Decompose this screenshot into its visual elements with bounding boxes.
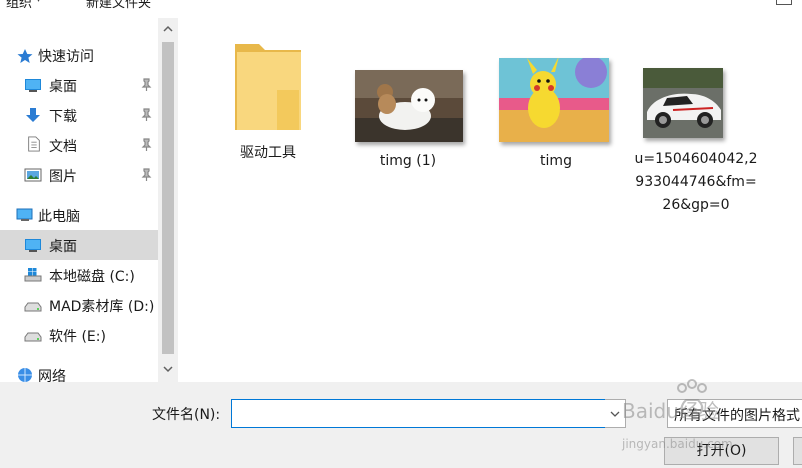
file-name: timg (1) [379,153,437,169]
chevron-down-icon[interactable] [162,362,174,376]
sidebar-item-label: 下载 [49,109,77,125]
pin-icon[interactable] [140,168,152,182]
organize-menu[interactable]: 组织 [6,0,32,11]
sidebar-item-pictures[interactable]: 图片 [0,160,158,190]
nav-label: 网络 [38,369,66,382]
desktop-icon [25,239,41,252]
dialog-footer: 文件名(N): 所有文件的图片格式 打开(O) [0,382,802,468]
sidebar-item-drive-e[interactable]: 软件 (E:) [0,320,158,350]
sidebar-item-label: 本地磁盘 (C:) [49,269,135,285]
pin-icon[interactable] [140,138,152,152]
cancel-button[interactable] [793,437,802,465]
pin-icon[interactable] [140,108,152,122]
computer-icon [16,208,33,221]
chevron-down-icon [610,411,620,417]
star-icon [17,49,33,63]
chevron-down-icon[interactable]: ▾ [36,0,41,5]
filetype-select[interactable]: 所有文件的图片格式 [667,399,802,428]
scrollbar-thumb[interactable] [162,42,174,354]
sidebar-item-label: 文档 [49,139,77,155]
filename-input[interactable] [231,399,611,428]
file-list: 驱动工具 timg (1) timg u=1504604042,29330447… [178,18,802,382]
sidebar-item-label: 图片 [49,169,77,185]
chevron-up-icon[interactable] [162,22,174,36]
sidebar-item-label: 软件 (E:) [49,329,106,345]
open-button[interactable]: 打开(O) [664,437,779,465]
sidebar-item-desktop[interactable]: 桌面 [0,70,158,100]
navigation-pane: 快速访问 桌面 下载 文档 图片 此电脑 桌面 本地磁盘 (C:) MAD素材库… [0,18,158,382]
drive-icon [24,302,42,312]
document-icon [28,136,40,152]
file-name: timg [540,153,572,169]
filename-label: 文件名(N): [152,407,221,423]
sidebar-item-documents[interactable]: 文档 [0,130,158,160]
download-arrow-icon [26,108,40,122]
sidebar-item-drive-d[interactable]: MAD素材库 (D:) [0,290,158,320]
view-options-icon[interactable] [776,0,792,5]
nav-quick-access[interactable]: 快速访问 [0,40,158,70]
network-icon [18,368,32,382]
sidebar-item-downloads[interactable]: 下载 [0,100,158,130]
nav-label: 快速访问 [38,49,94,65]
filetype-value: 所有文件的图片格式 [674,408,800,424]
command-bar: 组织 ▾ 新建文件夹 [0,0,802,19]
sidebar-item-label: 桌面 [49,239,77,255]
image-thumbnail [499,58,609,142]
sidebar-item-label: 桌面 [49,79,77,95]
sidebar-item-desktop-selected[interactable]: 桌面 [0,230,158,260]
nav-scrollbar[interactable] [158,18,178,382]
new-folder-button[interactable]: 新建文件夹 [86,0,151,11]
pin-icon[interactable] [140,78,152,92]
nav-this-pc[interactable]: 此电脑 [0,200,158,230]
drive-icon [24,332,42,342]
desktop-icon [25,79,41,92]
file-name: 驱动工具 [240,145,296,161]
image-thumbnail [643,68,723,138]
sidebar-item-drive-c[interactable]: 本地磁盘 (C:) [0,260,158,290]
file-name: u=1504604042,2933044746&fm=26&gp=0 [634,151,758,213]
folder-icon [235,44,301,130]
file-item-folder[interactable]: 驱动工具 [208,40,328,164]
nav-network[interactable]: 网络 [0,360,158,382]
windows-drive-icon [24,268,42,282]
nav-label: 此电脑 [38,209,80,225]
filename-history-dropdown[interactable] [605,399,626,428]
pictures-icon [24,168,42,182]
sidebar-item-label: MAD素材库 (D:) [49,299,155,315]
image-thumbnail [355,70,463,142]
